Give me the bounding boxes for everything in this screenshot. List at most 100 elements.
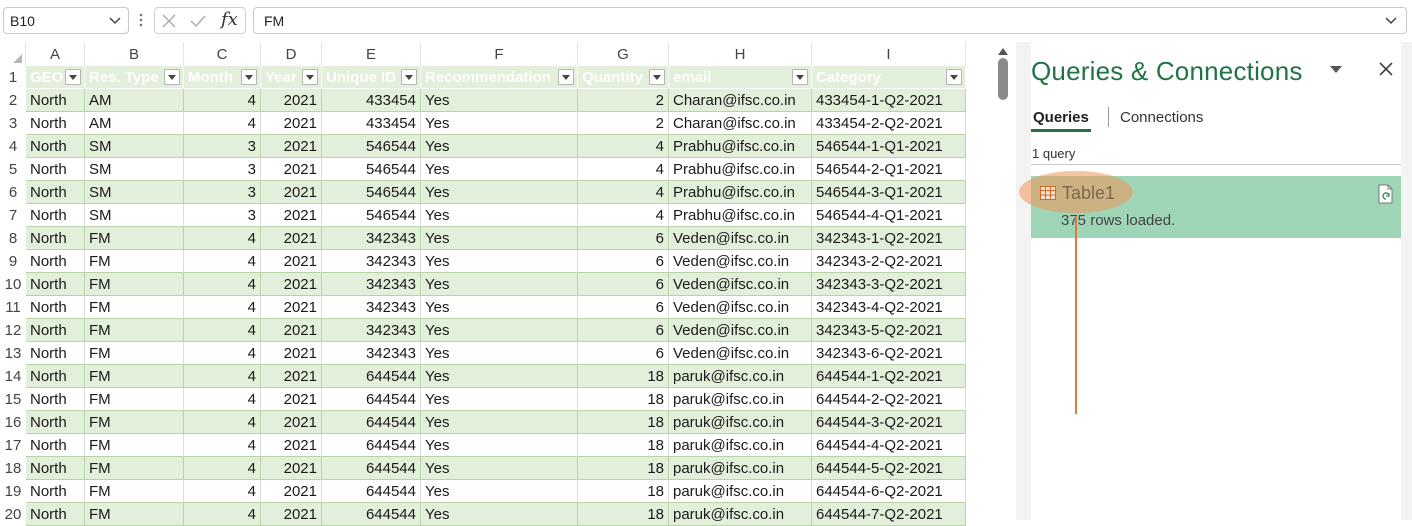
filter-dropdown-icon[interactable] bbox=[946, 69, 962, 85]
table-cell[interactable]: 644544 bbox=[322, 480, 421, 503]
table-cell[interactable]: North bbox=[26, 89, 85, 112]
table-cell[interactable]: North bbox=[26, 480, 85, 503]
table-cell[interactable]: Veden@ifsc.co.in bbox=[669, 296, 812, 319]
table-cell[interactable]: SM bbox=[85, 204, 184, 227]
table-cell[interactable]: 546544 bbox=[322, 204, 421, 227]
table-cell[interactable]: North bbox=[26, 135, 85, 158]
table-cell[interactable]: Yes bbox=[421, 411, 578, 434]
table-cell[interactable]: 4 bbox=[184, 250, 261, 273]
filter-dropdown-icon[interactable] bbox=[164, 69, 180, 85]
row-number[interactable]: 10 bbox=[0, 273, 26, 296]
table-cell[interactable]: 2021 bbox=[261, 434, 322, 457]
row-number[interactable]: 17 bbox=[0, 434, 26, 457]
table-cell[interactable]: Yes bbox=[421, 457, 578, 480]
table-cell[interactable]: Prabhu@ifsc.co.in bbox=[669, 181, 812, 204]
table-cell[interactable]: FM bbox=[85, 503, 184, 526]
table-header-cell[interactable]: Category bbox=[812, 66, 966, 89]
column-header-e[interactable]: E bbox=[322, 42, 421, 66]
row-number[interactable]: 6 bbox=[0, 181, 26, 204]
table-cell[interactable]: 644544 bbox=[322, 411, 421, 434]
row-number[interactable]: 7 bbox=[0, 204, 26, 227]
table-cell[interactable]: 433454-2-Q2-2021 bbox=[812, 112, 966, 135]
table-cell[interactable]: paruk@ifsc.co.in bbox=[669, 480, 812, 503]
table-cell[interactable]: Prabhu@ifsc.co.in bbox=[669, 135, 812, 158]
row-number[interactable]: 20 bbox=[0, 503, 26, 526]
table-cell[interactable]: North bbox=[26, 112, 85, 135]
table-cell[interactable]: FM bbox=[85, 434, 184, 457]
table-cell[interactable]: 2021 bbox=[261, 342, 322, 365]
table-cell[interactable]: Yes bbox=[421, 365, 578, 388]
table-cell[interactable]: Yes bbox=[421, 112, 578, 135]
table-cell[interactable]: AM bbox=[85, 89, 184, 112]
table-cell[interactable]: 3 bbox=[184, 158, 261, 181]
row-number[interactable]: 19 bbox=[0, 480, 26, 503]
table-cell[interactable]: Veden@ifsc.co.in bbox=[669, 342, 812, 365]
table-cell[interactable]: AM bbox=[85, 112, 184, 135]
table-cell[interactable]: 644544-1-Q2-2021 bbox=[812, 365, 966, 388]
table-cell[interactable]: 644544 bbox=[322, 388, 421, 411]
table-cell[interactable]: 6 bbox=[578, 250, 669, 273]
table-cell[interactable]: Yes bbox=[421, 342, 578, 365]
table-cell[interactable]: North bbox=[26, 273, 85, 296]
table-cell[interactable]: 18 bbox=[578, 434, 669, 457]
table-cell[interactable]: 342343-1-Q2-2021 bbox=[812, 227, 966, 250]
table-cell[interactable]: 342343 bbox=[322, 342, 421, 365]
table-cell[interactable]: 4 bbox=[184, 457, 261, 480]
table-header-cell[interactable]: Recommendation bbox=[421, 66, 578, 89]
table-cell[interactable]: SM bbox=[85, 135, 184, 158]
table-cell[interactable]: North bbox=[26, 250, 85, 273]
table-cell[interactable]: 342343-6-Q2-2021 bbox=[812, 342, 966, 365]
table-cell[interactable]: 644544-2-Q2-2021 bbox=[812, 388, 966, 411]
table-cell[interactable]: 546544-4-Q1-2021 bbox=[812, 204, 966, 227]
filter-dropdown-icon[interactable] bbox=[558, 69, 574, 85]
tab-queries[interactable]: Queries bbox=[1031, 106, 1091, 132]
filter-dropdown-icon[interactable] bbox=[649, 69, 665, 85]
table-cell[interactable]: North bbox=[26, 158, 85, 181]
table-cell[interactable]: Yes bbox=[421, 273, 578, 296]
column-header-d[interactable]: D bbox=[261, 42, 322, 66]
column-header-i[interactable]: I bbox=[812, 42, 966, 66]
row-number[interactable]: 1 bbox=[0, 66, 26, 89]
table-cell[interactable]: 4 bbox=[184, 434, 261, 457]
table-cell[interactable]: 4 bbox=[184, 503, 261, 526]
row-number[interactable]: 13 bbox=[0, 342, 26, 365]
table-cell[interactable]: Veden@ifsc.co.in bbox=[669, 250, 812, 273]
insert-function-button[interactable]: fx bbox=[221, 9, 238, 30]
table-cell[interactable]: Charan@ifsc.co.in bbox=[669, 112, 812, 135]
more-options-icon[interactable] bbox=[138, 11, 144, 29]
table-header-cell[interactable]: GEO bbox=[26, 66, 85, 89]
table-cell[interactable]: 433454 bbox=[322, 89, 421, 112]
column-header-h[interactable]: H bbox=[669, 42, 812, 66]
table-cell[interactable]: 18 bbox=[578, 365, 669, 388]
table-cell[interactable]: paruk@ifsc.co.in bbox=[669, 503, 812, 526]
scroll-up-icon[interactable] bbox=[998, 48, 1008, 55]
filter-dropdown-icon[interactable] bbox=[302, 69, 318, 85]
table-cell[interactable]: 18 bbox=[578, 503, 669, 526]
table-cell[interactable]: 644544 bbox=[322, 457, 421, 480]
table-cell[interactable]: Prabhu@ifsc.co.in bbox=[669, 204, 812, 227]
vertical-scrollbar[interactable] bbox=[990, 42, 1016, 520]
table-cell[interactable]: 4 bbox=[578, 181, 669, 204]
table-cell[interactable]: 18 bbox=[578, 480, 669, 503]
table-cell[interactable]: 546544 bbox=[322, 181, 421, 204]
table-cell[interactable]: FM bbox=[85, 411, 184, 434]
table-cell[interactable]: 2021 bbox=[261, 250, 322, 273]
refresh-icon[interactable] bbox=[1377, 184, 1395, 204]
table-cell[interactable]: 4 bbox=[184, 227, 261, 250]
table-cell[interactable]: 2021 bbox=[261, 480, 322, 503]
table-cell[interactable]: 4 bbox=[184, 296, 261, 319]
table-cell[interactable]: FM bbox=[85, 480, 184, 503]
table-cell[interactable]: 546544 bbox=[322, 135, 421, 158]
table-cell[interactable]: North bbox=[26, 503, 85, 526]
pane-options-icon[interactable] bbox=[1330, 66, 1342, 73]
table-cell[interactable]: North bbox=[26, 411, 85, 434]
table-cell[interactable]: 4 bbox=[184, 112, 261, 135]
table-header-cell[interactable]: email bbox=[669, 66, 812, 89]
filter-dropdown-icon[interactable] bbox=[65, 69, 81, 85]
table-cell[interactable]: paruk@ifsc.co.in bbox=[669, 411, 812, 434]
table-cell[interactable]: 4 bbox=[184, 319, 261, 342]
table-cell[interactable]: Veden@ifsc.co.in bbox=[669, 227, 812, 250]
table-cell[interactable]: 433454 bbox=[322, 112, 421, 135]
table-cell[interactable]: 2021 bbox=[261, 411, 322, 434]
name-box[interactable]: B10 bbox=[3, 7, 129, 34]
